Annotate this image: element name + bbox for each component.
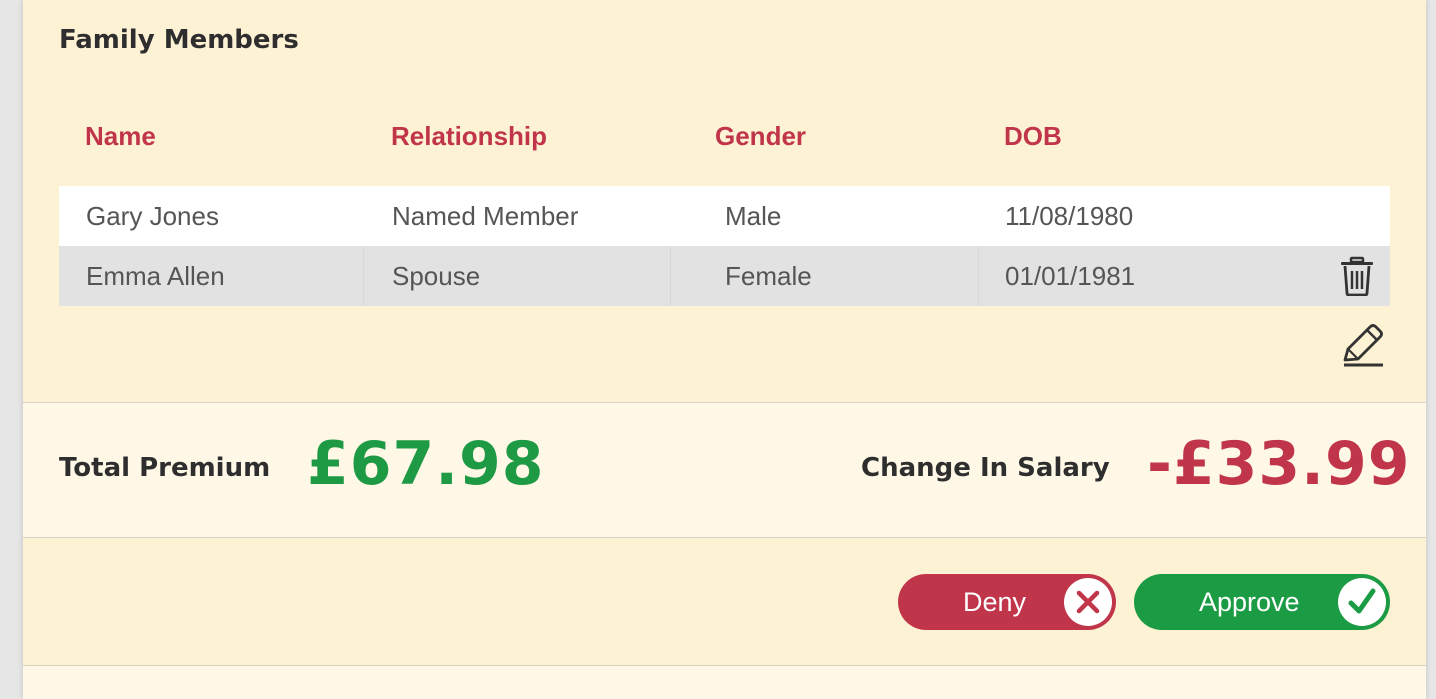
header-name: Name — [85, 121, 156, 151]
premium-summary: Total Premium £67.98 Change In Salary -£… — [23, 402, 1426, 538]
cell-gender: Male — [725, 201, 782, 231]
column-divider — [363, 246, 364, 306]
cell-name: Gary Jones — [86, 201, 219, 231]
cell-relationship: Spouse — [392, 261, 481, 291]
footer-divider — [23, 665, 1426, 699]
table-row[interactable]: Emma Allen Spouse Female 01/01/1981 — [59, 246, 1390, 306]
trash-icon[interactable] — [1338, 256, 1376, 297]
approve-label: Approve — [1199, 587, 1300, 617]
total-premium-label: Total Premium — [59, 453, 271, 483]
cell-dob: 01/01/1981 — [1005, 261, 1136, 291]
column-divider — [670, 246, 671, 306]
x-icon — [1064, 578, 1112, 626]
cell-name: Emma Allen — [86, 261, 225, 291]
column-divider — [978, 246, 979, 306]
header-gender: Gender — [715, 121, 807, 151]
total-premium-value: £67.98 — [307, 429, 545, 499]
deny-button[interactable]: Deny — [898, 574, 1116, 630]
cell-relationship: Named Member — [392, 201, 579, 231]
table-row[interactable]: Gary Jones Named Member Male 11/08/1980 — [59, 186, 1390, 246]
header-dob: DOB — [1004, 121, 1062, 151]
change-salary-label: Change In Salary — [861, 453, 1110, 483]
check-icon — [1338, 578, 1386, 626]
cell-dob: 11/08/1980 — [1005, 201, 1134, 231]
deny-label: Deny — [963, 587, 1027, 617]
family-members-panel: Family Members Name Relationship Gender … — [23, 0, 1426, 699]
change-salary-value: -£33.99 — [1147, 429, 1411, 499]
cell-gender: Female — [725, 261, 812, 291]
pencil-icon[interactable] — [1341, 322, 1385, 368]
header-relationship: Relationship — [391, 121, 548, 151]
approve-button[interactable]: Approve — [1134, 574, 1390, 630]
section-title: Family Members — [59, 25, 299, 55]
